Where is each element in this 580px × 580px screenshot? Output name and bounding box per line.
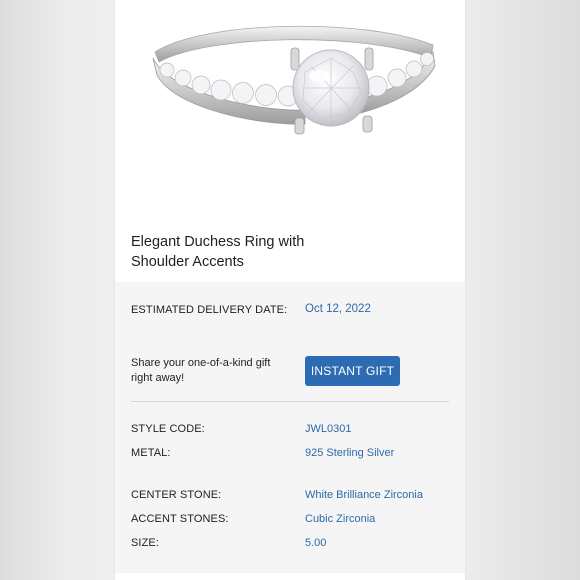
- gift-message-line2: right away!: [131, 372, 185, 384]
- product-title-line2: Shoulder Accents: [131, 254, 244, 270]
- spec-label-accent-stones: ACCENT STONES:: [131, 513, 229, 525]
- card-bottom-edge: [115, 573, 465, 580]
- spec-value-size: 5.00: [305, 537, 327, 549]
- spec-value-style-code: JWL0301: [305, 423, 352, 435]
- instant-gift-button[interactable]: INSTANT GIFT: [305, 356, 400, 386]
- spec-label-metal: METAL:: [131, 447, 171, 459]
- product-title: Elegant Duchess Ring with Shoulder Accen…: [131, 232, 431, 272]
- delivery-date: Oct 12, 2022: [305, 303, 371, 315]
- ring-product-image: [152, 25, 436, 135]
- delivery-label: ESTIMATED DELIVERY DATE:: [131, 304, 288, 316]
- section-divider: [131, 401, 449, 402]
- product-image-panel: Elegant Duchess Ring with Shoulder Accen…: [115, 0, 465, 282]
- spec-label-style-code: STYLE CODE:: [131, 423, 205, 435]
- spec-label-center-stone: CENTER STONE:: [131, 489, 222, 501]
- spec-value-accent-stones: Cubic Zirconia: [305, 513, 376, 525]
- spec-label-size: SIZE:: [131, 537, 160, 549]
- spec-value-metal: 925 Sterling Silver: [305, 447, 395, 459]
- product-title-line1: Elegant Duchess Ring with: [131, 234, 305, 250]
- product-card: Elegant Duchess Ring with Shoulder Accen…: [115, 0, 465, 580]
- gift-message-line1: Share your one-of-a-kind gift: [131, 357, 271, 369]
- page-background: Elegant Duchess Ring with Shoulder Accen…: [0, 0, 580, 580]
- gift-message: Share your one-of-a-kind gift right away…: [131, 356, 291, 386]
- spec-value-center-stone: White Brilliance Zirconia: [305, 489, 423, 501]
